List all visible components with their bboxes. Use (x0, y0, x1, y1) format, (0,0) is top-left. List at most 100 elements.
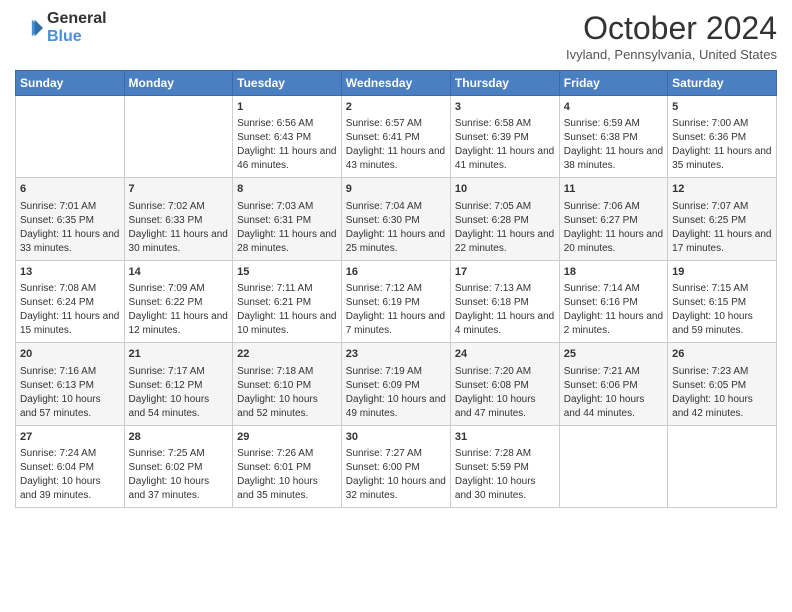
day-number: 23 (346, 347, 446, 362)
title-block: October 2024 Ivyland, Pennsylvania, Unit… (566, 10, 777, 62)
day-info: Sunrise: 7:18 AM Sunset: 6:10 PM Dayligh… (237, 365, 337, 421)
day-info: Sunrise: 7:02 AM Sunset: 6:33 PM Dayligh… (129, 200, 229, 256)
calendar-cell: 17Sunrise: 7:13 AM Sunset: 6:18 PM Dayli… (450, 260, 559, 342)
calendar-cell: 6Sunrise: 7:01 AM Sunset: 6:35 PM Daylig… (16, 178, 125, 260)
calendar-cell: 15 Sunrise: 7:11 AM Sunset: 6:21 PM Dayli… (233, 260, 342, 342)
day-number: 1 (237, 100, 337, 115)
day-number: 2 (346, 100, 446, 115)
calendar-cell: 3Sunrise: 6:58 AM Sunset: 6:39 PM Daylig… (450, 96, 559, 178)
day-number: 12 (672, 182, 772, 197)
day-number: 31 (455, 430, 555, 445)
day-info: Sunrise: 6:57 AM Sunset: 6:41 PM Dayligh… (346, 117, 446, 173)
day-info: Sunrise: 7:20 AM Sunset: 6:08 PM Dayligh… (455, 365, 555, 421)
day-info: Sunrise: 7:03 AM Sunset: 6:31 PM Dayligh… (237, 200, 337, 256)
calendar-week-row: 13Sunrise: 7:08 AM Sunset: 6:24 PM Dayli… (16, 260, 777, 342)
logo-icon (15, 14, 43, 42)
day-info: Sunrise: 6:59 AM Sunset: 6:38 PM Dayligh… (564, 117, 663, 173)
day-info: Sunrise: 7:14 AM Sunset: 6:16 PM Dayligh… (564, 282, 663, 338)
calendar-cell: 2 Sunrise: 6:57 AM Sunset: 6:41 PM Daylig… (341, 96, 450, 178)
day-info: Sunrise: 7:23 AM Sunset: 6:05 PM Dayligh… (672, 365, 772, 421)
day-info: Sunrise: 6:56 AM Sunset: 6:43 PM Dayligh… (237, 117, 337, 173)
day-number: 29 (237, 430, 337, 445)
day-info: Sunrise: 7:15 AM Sunset: 6:15 PM Dayligh… (672, 282, 772, 338)
day-number: 18 (564, 265, 663, 280)
calendar-week-row: 20 Sunrise: 7:16 AM Sunset: 6:13 PM Dayli… (16, 343, 777, 425)
day-info: Sunrise: 7:04 AM Sunset: 6:30 PM Dayligh… (346, 200, 446, 256)
calendar-cell: 10Sunrise: 7:05 AM Sunset: 6:28 PM Dayli… (450, 178, 559, 260)
day-info: Sunrise: 7:00 AM Sunset: 6:36 PM Dayligh… (672, 117, 772, 173)
calendar-cell: 13Sunrise: 7:08 AM Sunset: 6:24 PM Dayli… (16, 260, 125, 342)
page-header: General Blue October 2024 Ivyland, Penns… (15, 10, 777, 62)
calendar-cell: 29 Sunrise: 7:26 AM Sunset: 6:01 PM Dayli… (233, 425, 342, 507)
location: Ivyland, Pennsylvania, United States (566, 47, 777, 62)
calendar-cell: 26 Sunrise: 7:23 AM Sunset: 6:05 PM Dayli… (668, 343, 777, 425)
day-number: 13 (20, 265, 120, 280)
day-number: 26 (672, 347, 772, 362)
calendar-cell: 23 Sunrise: 7:19 AM Sunset: 6:09 PM Dayli… (341, 343, 450, 425)
day-number: 14 (129, 265, 229, 280)
day-info: Sunrise: 7:25 AM Sunset: 6:02 PM Dayligh… (129, 447, 229, 503)
calendar-cell: 21 Sunrise: 7:17 AM Sunset: 6:12 PM Dayli… (124, 343, 233, 425)
calendar-cell (124, 96, 233, 178)
day-info: Sunrise: 7:06 AM Sunset: 6:27 PM Dayligh… (564, 200, 663, 256)
day-info: Sunrise: 7:09 AM Sunset: 6:22 PM Dayligh… (129, 282, 229, 338)
calendar-week-row: 6Sunrise: 7:01 AM Sunset: 6:35 PM Daylig… (16, 178, 777, 260)
calendar-week-row: 1 Sunrise: 6:56 AM Sunset: 6:43 PM Daylig… (16, 96, 777, 178)
calendar-cell: 5 Sunrise: 7:00 AM Sunset: 6:36 PM Daylig… (668, 96, 777, 178)
day-number: 22 (237, 347, 337, 362)
day-number: 20 (20, 347, 120, 362)
weekday-header: Wednesday (341, 71, 450, 96)
logo-text: General Blue (47, 10, 107, 46)
calendar-cell: 14 Sunrise: 7:09 AM Sunset: 6:22 PM Dayli… (124, 260, 233, 342)
day-info: Sunrise: 7:12 AM Sunset: 6:19 PM Dayligh… (346, 282, 446, 338)
calendar-cell: 12 Sunrise: 7:07 AM Sunset: 6:25 PM Dayli… (668, 178, 777, 260)
day-info: Sunrise: 7:07 AM Sunset: 6:25 PM Dayligh… (672, 200, 772, 256)
logo: General Blue (15, 10, 107, 46)
calendar-week-row: 27Sunrise: 7:24 AM Sunset: 6:04 PM Dayli… (16, 425, 777, 507)
calendar-cell: 9 Sunrise: 7:04 AM Sunset: 6:30 PM Daylig… (341, 178, 450, 260)
calendar-cell: 22 Sunrise: 7:18 AM Sunset: 6:10 PM Dayli… (233, 343, 342, 425)
calendar-cell: 31 Sunrise: 7:28 AM Sunset: 5:59 PM Dayli… (450, 425, 559, 507)
weekday-header: Saturday (668, 71, 777, 96)
day-info: Sunrise: 7:16 AM Sunset: 6:13 PM Dayligh… (20, 365, 120, 421)
calendar-cell: 7 Sunrise: 7:02 AM Sunset: 6:33 PM Daylig… (124, 178, 233, 260)
calendar-cell: 24 Sunrise: 7:20 AM Sunset: 6:08 PM Dayli… (450, 343, 559, 425)
weekday-header: Monday (124, 71, 233, 96)
weekday-header: Tuesday (233, 71, 342, 96)
day-info: Sunrise: 7:11 AM Sunset: 6:21 PM Dayligh… (237, 282, 337, 338)
day-number: 24 (455, 347, 555, 362)
day-number: 9 (346, 182, 446, 197)
day-number: 16 (346, 265, 446, 280)
day-info: Sunrise: 7:01 AM Sunset: 6:35 PM Dayligh… (20, 200, 120, 256)
month-title: October 2024 (566, 10, 777, 47)
calendar-table: SundayMondayTuesdayWednesdayThursdayFrid… (15, 70, 777, 508)
calendar-cell (16, 96, 125, 178)
calendar-cell: 8 Sunrise: 7:03 AM Sunset: 6:31 PM Daylig… (233, 178, 342, 260)
day-number: 8 (237, 182, 337, 197)
calendar-cell (559, 425, 667, 507)
day-info: Sunrise: 7:24 AM Sunset: 6:04 PM Dayligh… (20, 447, 120, 503)
day-number: 5 (672, 100, 772, 115)
day-number: 7 (129, 182, 229, 197)
calendar-cell: 28Sunrise: 7:25 AM Sunset: 6:02 PM Dayli… (124, 425, 233, 507)
weekday-header: Sunday (16, 71, 125, 96)
calendar-cell: 4Sunrise: 6:59 AM Sunset: 6:38 PM Daylig… (559, 96, 667, 178)
calendar-cell: 18 Sunrise: 7:14 AM Sunset: 6:16 PM Dayli… (559, 260, 667, 342)
calendar-cell: 20 Sunrise: 7:16 AM Sunset: 6:13 PM Dayli… (16, 343, 125, 425)
day-info: Sunrise: 7:21 AM Sunset: 6:06 PM Dayligh… (564, 365, 663, 421)
day-info: Sunrise: 7:26 AM Sunset: 6:01 PM Dayligh… (237, 447, 337, 503)
day-number: 17 (455, 265, 555, 280)
day-info: Sunrise: 7:19 AM Sunset: 6:09 PM Dayligh… (346, 365, 446, 421)
day-number: 30 (346, 430, 446, 445)
day-info: Sunrise: 7:17 AM Sunset: 6:12 PM Dayligh… (129, 365, 229, 421)
calendar-cell: 27Sunrise: 7:24 AM Sunset: 6:04 PM Dayli… (16, 425, 125, 507)
day-info: Sunrise: 7:05 AM Sunset: 6:28 PM Dayligh… (455, 200, 555, 256)
calendar-cell: 1 Sunrise: 6:56 AM Sunset: 6:43 PM Daylig… (233, 96, 342, 178)
day-info: Sunrise: 7:28 AM Sunset: 5:59 PM Dayligh… (455, 447, 555, 503)
day-number: 15 (237, 265, 337, 280)
day-info: Sunrise: 6:58 AM Sunset: 6:39 PM Dayligh… (455, 117, 555, 173)
calendar-cell: 11 Sunrise: 7:06 AM Sunset: 6:27 PM Dayli… (559, 178, 667, 260)
calendar-cell: 16 Sunrise: 7:12 AM Sunset: 6:19 PM Dayli… (341, 260, 450, 342)
day-number: 21 (129, 347, 229, 362)
day-number: 11 (564, 182, 663, 197)
